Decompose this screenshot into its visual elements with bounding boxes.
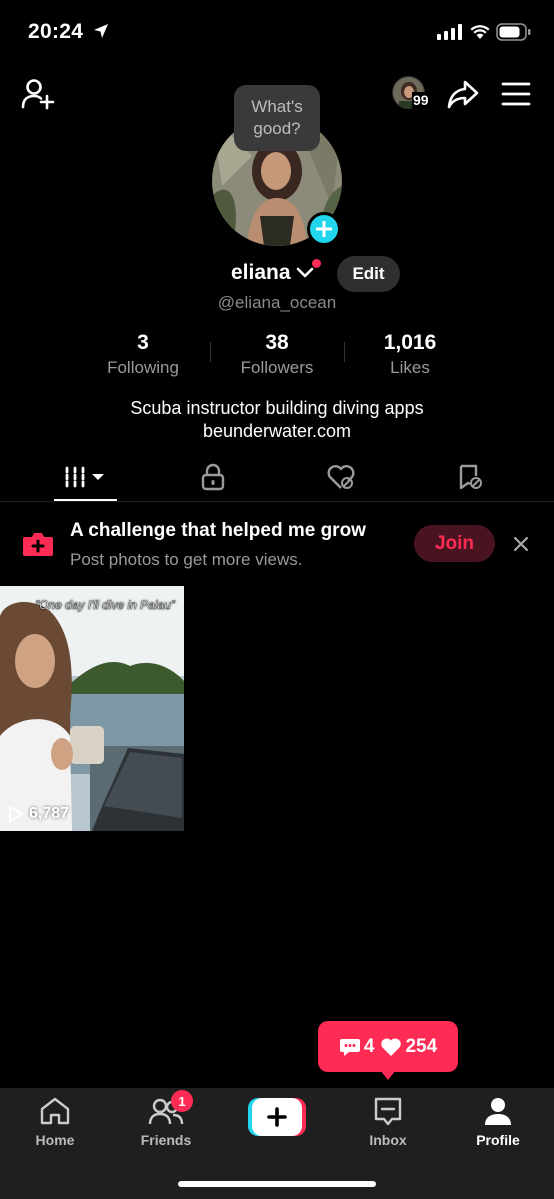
bio-text: Scuba instructor building diving apps — [130, 398, 424, 418]
share-icon[interactable] — [446, 78, 480, 110]
lock-icon — [201, 463, 225, 491]
status-bar: 20:24 — [0, 0, 554, 66]
camera-plus-icon — [23, 533, 53, 556]
comment-count: 4 — [363, 1035, 375, 1057]
stat-following[interactable]: 3 Following — [78, 330, 208, 379]
challenge-title: A challenge that helped me grow — [70, 520, 366, 541]
tab-videos[interactable] — [16, 452, 154, 502]
bio: Scuba instructor building diving apps be… — [0, 397, 554, 443]
comment-count-group: 4 — [339, 1035, 375, 1058]
content-tabs — [0, 452, 554, 502]
nav-inbox-label: Inbox — [369, 1132, 407, 1148]
profile-stats: 3 Following 38 Followers 1,016 Likes — [0, 330, 554, 380]
grid-videos-icon — [65, 466, 104, 488]
stat-label: Likes — [390, 358, 430, 377]
favorites-hidden-icon — [459, 464, 482, 490]
like-count: 254 — [405, 1035, 438, 1057]
profile-icon — [485, 1098, 511, 1125]
nav-profile[interactable]: Profile — [443, 1088, 553, 1154]
status-time: 20:24 — [28, 20, 84, 43]
join-button[interactable]: Join — [414, 525, 495, 562]
activity-notification[interactable]: 4 254 — [318, 1021, 458, 1072]
battery-icon — [496, 23, 531, 41]
nav-friends[interactable]: 1 Friends — [111, 1088, 221, 1154]
create-plus-icon — [248, 1098, 306, 1136]
wifi-icon — [470, 25, 490, 39]
play-icon — [9, 806, 23, 822]
user-handle: @eliana_ocean — [217, 293, 337, 312]
location-arrow-icon — [94, 24, 108, 38]
tab-favorites[interactable] — [401, 452, 539, 502]
stat-value: 38 — [265, 331, 289, 354]
stat-label: Followers — [240, 358, 314, 377]
close-icon[interactable] — [512, 535, 530, 553]
divider — [210, 342, 211, 362]
stat-value: 1,016 — [383, 331, 437, 354]
challenge-banner[interactable]: A challenge that helped me grow Post pho… — [0, 510, 554, 580]
stat-likes[interactable]: 1,016 Likes — [345, 330, 475, 379]
heart-icon — [381, 1037, 402, 1056]
active-tab-indicator — [54, 499, 117, 501]
menu-icon[interactable] — [500, 80, 532, 108]
nav-friends-label: Friends — [140, 1132, 192, 1148]
chevron-down-icon[interactable] — [296, 266, 314, 280]
video-views: 6,787 — [8, 805, 69, 823]
home-icon — [40, 1097, 70, 1125]
inbox-icon — [374, 1097, 402, 1126]
home-indicator — [178, 1181, 376, 1187]
stat-followers[interactable]: 38 Followers — [212, 330, 342, 379]
nav-home-label: Home — [35, 1132, 75, 1148]
friends-badge: 1 — [171, 1090, 193, 1112]
add-story-button[interactable] — [307, 212, 341, 246]
video-thumbnail[interactable]: “One day I'll dive in Palau” 6,787 — [0, 586, 184, 831]
create-button[interactable] — [248, 1098, 306, 1136]
status-bubble[interactable]: What's good? — [234, 85, 320, 151]
profile-views-count: 99 — [412, 92, 430, 108]
nav-profile-label: Profile — [476, 1132, 520, 1148]
stat-label: Following — [107, 358, 179, 377]
stat-value: 3 — [137, 331, 149, 354]
signal-icon — [437, 24, 462, 40]
notification-pointer — [380, 1070, 396, 1080]
username-row: eliana Edit — [0, 256, 554, 292]
comment-icon — [339, 1038, 360, 1056]
like-count-group: 254 — [380, 1036, 437, 1058]
nav-inbox[interactable]: Inbox — [333, 1088, 443, 1154]
video-thumbnail-image — [0, 586, 184, 831]
plus-icon — [316, 221, 332, 237]
bio-link[interactable]: beunderwater.com — [0, 420, 554, 443]
username[interactable]: eliana — [231, 261, 291, 285]
edit-profile-button[interactable]: Edit — [337, 256, 400, 292]
nav-home[interactable]: Home — [0, 1088, 110, 1154]
tab-private[interactable] — [144, 452, 282, 502]
notification-dot — [312, 259, 321, 268]
view-count: 6,787 — [29, 805, 70, 822]
add-friend-icon[interactable] — [20, 76, 56, 112]
tab-reposts[interactable] — [272, 452, 410, 502]
video-caption: “One day I'll dive in Palau” — [35, 598, 175, 612]
challenge-subtitle: Post photos to get more views. — [70, 550, 303, 569]
liked-hidden-icon — [327, 465, 355, 489]
